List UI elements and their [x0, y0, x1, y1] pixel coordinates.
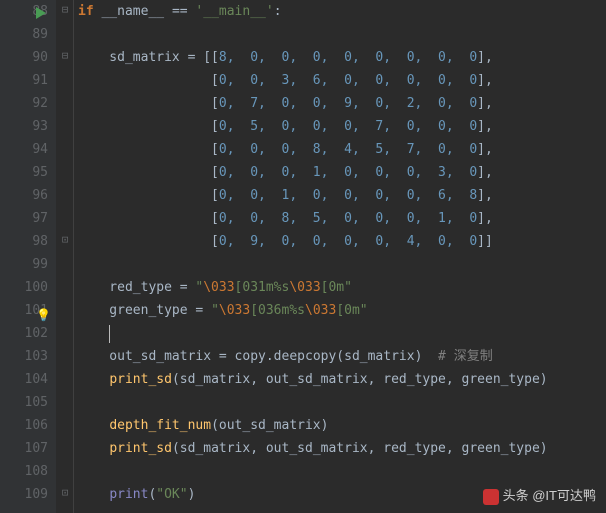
- code-line[interactable]: green_type = "\033[036m%s\033[0m": [78, 299, 606, 322]
- watermark-label: 头条 @IT可达鸭: [483, 485, 596, 505]
- code-line[interactable]: [78, 322, 606, 345]
- line-number: 94: [0, 138, 48, 161]
- line-number: 108: [0, 460, 48, 483]
- line-number-gutter: 88 89 90 91 92 93 94 95 96 97 98 99 100 …: [0, 0, 56, 513]
- code-line[interactable]: out_sd_matrix = copy.deepcopy(sd_matrix)…: [78, 345, 606, 368]
- fold-toggle-icon[interactable]: ⊟: [59, 49, 71, 62]
- line-number: 89: [0, 23, 48, 46]
- code-line[interactable]: [0, 0, 1, 0, 0, 0, 0, 6, 8],: [78, 184, 606, 207]
- line-number: 103: [0, 345, 48, 368]
- line-number: 109: [0, 483, 48, 506]
- code-line[interactable]: [0, 7, 0, 0, 9, 0, 2, 0, 0],: [78, 92, 606, 115]
- code-line[interactable]: [0, 5, 0, 0, 0, 7, 0, 0, 0],: [78, 115, 606, 138]
- watermark-icon: [483, 489, 499, 505]
- line-number: 106: [0, 414, 48, 437]
- line-number: 101 💡: [0, 299, 48, 322]
- code-line[interactable]: [78, 23, 606, 46]
- fold-column: ⊟ ⊟ ⊡ ⊡: [56, 0, 74, 513]
- code-content[interactable]: if __name__ == '__main__': sd_matrix = […: [74, 0, 606, 513]
- line-number: 104: [0, 368, 48, 391]
- code-line[interactable]: [0, 0, 0, 8, 4, 5, 7, 0, 0],: [78, 138, 606, 161]
- line-number: 107: [0, 437, 48, 460]
- line-number: 98: [0, 230, 48, 253]
- line-number: 95: [0, 161, 48, 184]
- code-line[interactable]: print_sd(sd_matrix, out_sd_matrix, red_t…: [78, 437, 606, 460]
- line-number: 90: [0, 46, 48, 69]
- code-line[interactable]: [78, 460, 606, 483]
- code-line[interactable]: [0, 0, 8, 5, 0, 0, 0, 1, 0],: [78, 207, 606, 230]
- code-line[interactable]: [0, 0, 0, 1, 0, 0, 0, 3, 0],: [78, 161, 606, 184]
- line-number: 96: [0, 184, 48, 207]
- fold-end-icon[interactable]: ⊡: [59, 486, 71, 499]
- code-line[interactable]: sd_matrix = [[8, 0, 0, 0, 0, 0, 0, 0, 0]…: [78, 46, 606, 69]
- line-number: 105: [0, 391, 48, 414]
- text-caret: [109, 325, 110, 343]
- code-line[interactable]: [0, 9, 0, 0, 0, 0, 4, 0, 0]]: [78, 230, 606, 253]
- code-line[interactable]: red_type = "\033[031m%s\033[0m": [78, 276, 606, 299]
- line-number: 97: [0, 207, 48, 230]
- line-number: 88: [0, 0, 48, 23]
- line-number: 102: [0, 322, 48, 345]
- line-number: 100: [0, 276, 48, 299]
- code-line[interactable]: [78, 253, 606, 276]
- line-number: 99: [0, 253, 48, 276]
- code-line[interactable]: if __name__ == '__main__':: [78, 0, 606, 23]
- code-editor[interactable]: 88 89 90 91 92 93 94 95 96 97 98 99 100 …: [0, 0, 606, 513]
- code-line[interactable]: depth_fit_num(out_sd_matrix): [78, 414, 606, 437]
- code-line[interactable]: [0, 0, 3, 6, 0, 0, 0, 0, 0],: [78, 69, 606, 92]
- line-number: 91: [0, 69, 48, 92]
- line-number: 92: [0, 92, 48, 115]
- line-number: 93: [0, 115, 48, 138]
- fold-toggle-icon[interactable]: ⊟: [59, 3, 71, 16]
- code-line[interactable]: print_sd(sd_matrix, out_sd_matrix, red_t…: [78, 368, 606, 391]
- code-line[interactable]: [78, 391, 606, 414]
- fold-end-icon[interactable]: ⊡: [59, 233, 71, 246]
